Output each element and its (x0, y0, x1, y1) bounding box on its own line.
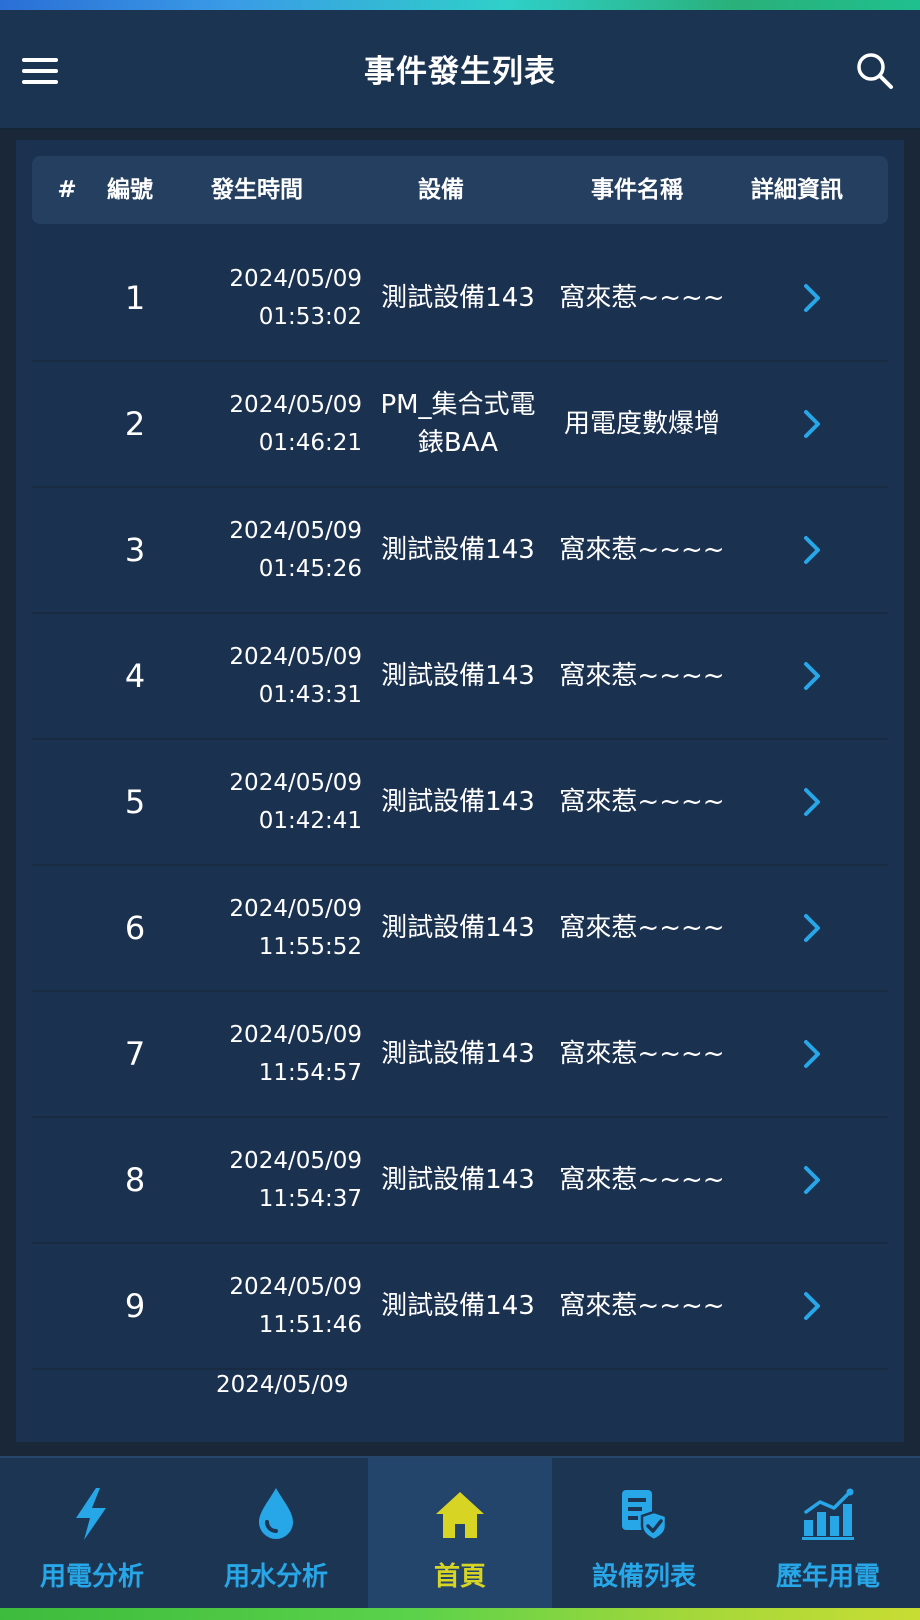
row-number: 6 (124, 909, 146, 947)
table-header: # 編號 發生時間 設備 事件名稱 詳細資訊 (32, 156, 888, 224)
event-list-panel: # 編號 發生時間 設備 事件名稱 詳細資訊 1 2024/05/09 01:53… (16, 140, 904, 1442)
row-time: 2024/05/09 11:54:37 (229, 1148, 362, 1212)
header-time: 發生時間 (211, 177, 303, 203)
row-time: 2024/05/09 11:51:46 (229, 1274, 362, 1338)
page-title: 事件發生列表 (364, 54, 556, 90)
header-number: 編號 (107, 177, 153, 203)
nav-label: 首頁 (433, 1562, 486, 1592)
header-event-name: 事件名稱 (591, 177, 683, 203)
row-event-name: 窩來惹~~~~ (559, 1039, 725, 1069)
nav-electricity-analysis[interactable]: 用電分析 (0, 1458, 184, 1610)
row-number: 7 (124, 1035, 146, 1073)
table-row[interactable]: 1 2024/05/09 01:53:02 測試設備143 窩來惹~~~~ (32, 236, 888, 362)
nav-label: 用電分析 (39, 1562, 144, 1592)
row-number: 3 (124, 531, 146, 569)
header-device: 設備 (418, 177, 464, 203)
header-hash: # (57, 177, 77, 203)
partial-row-date: 2024/05/09 (216, 1372, 349, 1398)
table-row[interactable]: 7 2024/05/09 11:54:57 測試設備143 窩來惹~~~~ (32, 992, 888, 1118)
row-time: 2024/05/09 01:45:26 (229, 518, 362, 582)
row-device: 測試設備143 (381, 283, 535, 313)
nav-label: 用水分析 (223, 1562, 328, 1592)
table-row[interactable]: 4 2024/05/09 01:43:31 測試設備143 窩來惹~~~~ (32, 614, 888, 740)
row-device: 測試設備143 (381, 1291, 535, 1321)
table-row[interactable]: 3 2024/05/09 01:45:26 測試設備143 窩來惹~~~~ (32, 488, 888, 614)
row-time: 2024/05/09 01:46:21 (229, 392, 362, 456)
row-number: 1 (124, 279, 146, 317)
nav-annual-electricity[interactable]: 歷年用電 (736, 1458, 920, 1610)
search-icon[interactable] (856, 52, 894, 90)
nav-device-list[interactable]: 設備列表 (552, 1458, 736, 1610)
row-event-name: 窩來惹~~~~ (559, 1165, 725, 1195)
row-device: 測試設備143 (381, 1165, 535, 1195)
bottom-navigation: 用電分析 用水分析 首頁 設備列表 歷年用電 (0, 1456, 920, 1610)
bar-chart-icon (802, 1488, 854, 1540)
chevron-right-icon[interactable] (792, 1118, 832, 1242)
lightning-icon (76, 1488, 106, 1540)
chevron-right-icon[interactable] (792, 236, 832, 360)
device-list-icon (622, 1490, 668, 1542)
row-device: PM_集合式電錶BAA (380, 390, 536, 458)
row-device: 測試設備143 (381, 787, 535, 817)
row-time: 2024/05/09 01:53:02 (229, 266, 362, 330)
home-icon (436, 1492, 484, 1538)
table-row[interactable]: 8 2024/05/09 11:54:37 測試設備143 窩來惹~~~~ (32, 1118, 888, 1244)
chevron-right-icon[interactable] (792, 488, 832, 612)
nav-water-analysis[interactable]: 用水分析 (184, 1458, 368, 1610)
row-device: 測試設備143 (381, 913, 535, 943)
chevron-right-icon[interactable] (792, 362, 832, 486)
row-time: 2024/05/09 11:54:57 (229, 1022, 362, 1086)
row-time: 2024/05/09 11:55:52 (229, 896, 362, 960)
chevron-right-icon[interactable] (792, 1244, 832, 1368)
row-number: 4 (124, 657, 146, 695)
nav-home[interactable]: 首頁 (368, 1458, 552, 1610)
row-number: 5 (124, 783, 146, 821)
header-detail: 詳細資訊 (751, 177, 843, 203)
chevron-right-icon[interactable] (792, 866, 832, 990)
bottom-gradient-strip (0, 1608, 920, 1620)
row-event-name: 用電度數爆增 (563, 409, 720, 439)
row-event-name: 窩來惹~~~~ (559, 913, 725, 943)
app-header: 事件發生列表 (0, 10, 920, 130)
table-row[interactable]: 6 2024/05/09 11:55:52 測試設備143 窩來惹~~~~ (32, 866, 888, 992)
row-number: 8 (124, 1161, 146, 1199)
top-gradient-strip (0, 0, 920, 10)
chevron-right-icon[interactable] (792, 740, 832, 864)
row-event-name: 窩來惹~~~~ (559, 283, 725, 313)
chevron-right-icon[interactable] (792, 614, 832, 738)
row-device: 測試設備143 (381, 661, 535, 691)
row-event-name: 窩來惹~~~~ (559, 787, 725, 817)
row-time: 2024/05/09 01:42:41 (229, 770, 362, 834)
table-row[interactable]: 9 2024/05/09 11:51:46 測試設備143 窩來惹~~~~ (32, 1244, 888, 1370)
table-row[interactable]: 2 2024/05/09 01:46:21 PM_集合式電錶BAA 用電度數爆增 (32, 362, 888, 488)
row-event-name: 窩來惹~~~~ (559, 535, 725, 565)
nav-label: 歷年用電 (775, 1562, 880, 1592)
table-row[interactable]: 5 2024/05/09 01:42:41 測試設備143 窩來惹~~~~ (32, 740, 888, 866)
row-device: 測試設備143 (381, 535, 535, 565)
chevron-right-icon[interactable] (792, 992, 832, 1116)
row-number: 9 (124, 1287, 146, 1325)
nav-label: 設備列表 (591, 1562, 696, 1592)
water-drop-icon (259, 1488, 293, 1539)
row-event-name: 窩來惹~~~~ (559, 1291, 725, 1321)
row-device: 測試設備143 (381, 1039, 535, 1069)
row-number: 2 (124, 405, 146, 443)
row-time: 2024/05/09 01:43:31 (229, 644, 362, 708)
row-event-name: 窩來惹~~~~ (559, 661, 725, 691)
